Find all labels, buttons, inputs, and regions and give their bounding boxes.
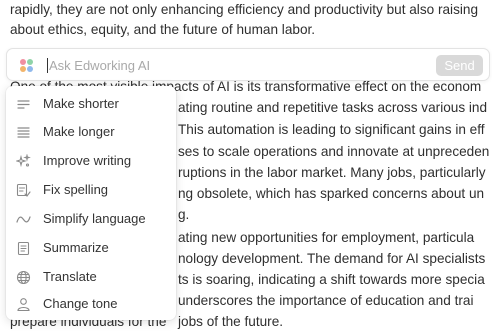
wave-icon — [16, 212, 31, 227]
doc-fragment: nology development. The demand for AI sp… — [178, 251, 486, 266]
doc-fragment: g. — [178, 207, 190, 222]
menu-item-make-shorter[interactable]: Make shorter — [6, 90, 176, 119]
doc-fragment: ating routine and repetitive tasks acros… — [178, 100, 488, 115]
menu-item-summarize[interactable]: Summarize — [6, 234, 176, 263]
menu-item-label: Change tone — [43, 296, 118, 311]
doc-fragment: This automation is leading to significan… — [178, 122, 485, 137]
lines-long-icon — [16, 125, 31, 140]
menu-item-label: Make longer — [43, 124, 115, 139]
text-caret — [47, 58, 48, 73]
menu-item-label: Make shorter — [43, 96, 119, 111]
menu-item-translate[interactable]: Translate — [6, 263, 176, 292]
menu-item-label: Simplify language — [43, 211, 146, 226]
ask-ai-input[interactable] — [49, 54, 419, 76]
menu-item-change-tone[interactable]: Change tone — [6, 290, 176, 319]
menu-item-label: Summarize — [43, 240, 109, 255]
ai-sparkle-icon — [18, 57, 35, 74]
ai-actions-menu: Make shorter Make longer Improve writing — [6, 86, 176, 320]
doc-fragment: ruptions in the labor market. Many jobs,… — [178, 165, 486, 180]
spellcheck-icon — [16, 183, 31, 198]
ask-ai-bar: Send — [6, 48, 490, 81]
send-button[interactable]: Send — [436, 55, 483, 76]
menu-item-label: Fix spelling — [43, 182, 109, 197]
menu-item-fix-spelling[interactable]: Fix spelling — [6, 176, 176, 205]
menu-item-make-longer[interactable]: Make longer — [6, 118, 176, 147]
person-icon — [16, 297, 31, 312]
lines-short-icon — [16, 97, 31, 112]
doc-line-2: about ethics, equity, and the future of … — [10, 22, 316, 37]
sparkles-icon — [16, 154, 31, 169]
doc-line-3-rest: pacts of AI is its transformative effect… — [166, 79, 482, 94]
doc-fragment: ts is soaring, indicating a shift toward… — [178, 272, 485, 287]
menu-item-improve-writing[interactable]: Improve writing — [6, 147, 176, 176]
menu-item-label: Improve writing — [43, 153, 132, 168]
globe-icon — [16, 270, 31, 285]
doc-fragment: underscores the importance of education … — [178, 293, 474, 308]
doc-line-1: rapidly, they are not only enhancing eff… — [10, 2, 479, 17]
document-icon — [16, 241, 31, 256]
doc-fragment: ses to scale operations and innovate at … — [178, 144, 490, 159]
doc-fragment: ating new opportunities for employment, … — [178, 230, 475, 245]
doc-bottom-visible: jobs of the future. — [178, 314, 284, 329]
menu-item-label: Translate — [43, 269, 97, 284]
menu-item-simplify-language[interactable]: Simplify language — [6, 205, 176, 234]
doc-fragment: ng obsolete, which has sparked concerns … — [178, 186, 485, 201]
